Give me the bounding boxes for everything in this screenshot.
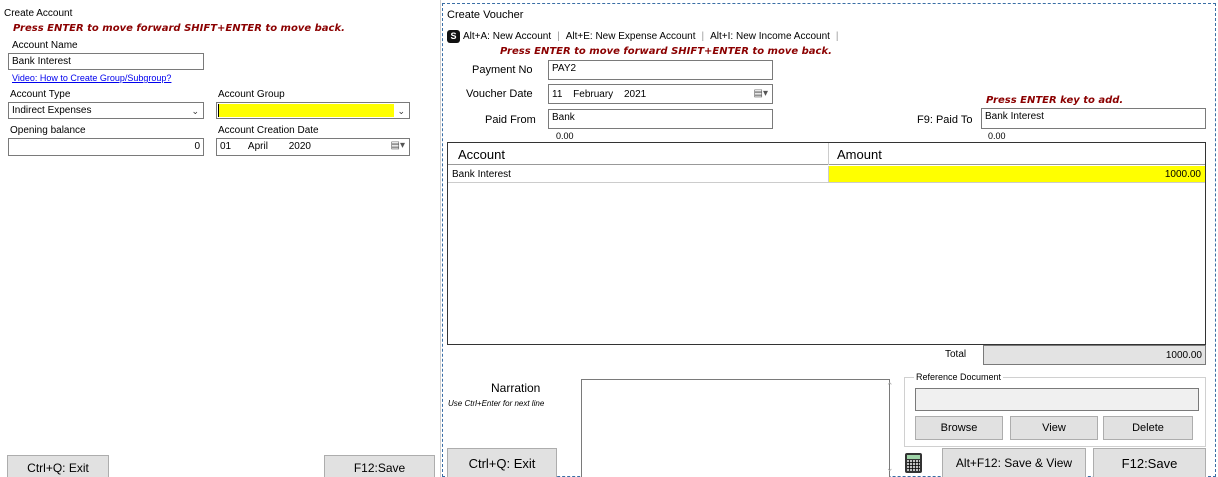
opening-balance-value: 0 — [194, 141, 200, 152]
save-and-view-button[interactable]: Alt+F12: Save & View — [942, 448, 1086, 477]
total-value: 1000.00 — [1165, 350, 1202, 361]
create-account-title: Create Account — [4, 8, 73, 19]
calendar-icon: ▤▾ — [390, 140, 405, 151]
create-voucher-title: Create Voucher — [447, 9, 524, 21]
scroll-up-icon[interactable]: ⌃ — [886, 381, 894, 392]
new-income-account-link[interactable]: Alt+I: New Income Account — [710, 31, 830, 42]
narration-scrollbar[interactable]: ⌃ ⌄ — [883, 379, 899, 477]
paid-from-balance: 0.00 — [556, 131, 574, 141]
calculator-icon[interactable] — [905, 453, 922, 473]
paid-to-input[interactable]: Bank Interest — [981, 108, 1206, 129]
voucher-date-day: 11 — [552, 89, 563, 100]
scroll-down-icon[interactable]: ⌄ — [886, 463, 894, 474]
create-voucher-panel: Create Voucher S Alt+A: New Account | Al… — [442, 3, 1216, 477]
voucher-date-picker[interactable]: 11 February 2021 ▤▾ — [548, 84, 773, 104]
create-account-panel: Create Account Press ENTER to move forwa… — [0, 0, 441, 477]
save-button[interactable]: F12:Save — [1093, 448, 1206, 477]
opening-balance-input[interactable]: 0 — [8, 138, 204, 156]
account-name-label: Account Name — [12, 40, 78, 51]
calendar-icon: ▤▾ — [753, 88, 768, 99]
creation-date-year: 2020 — [288, 141, 311, 152]
table-row[interactable]: Bank Interest 1000.00 — [448, 166, 1205, 183]
row-account: Bank Interest — [452, 169, 511, 180]
row-amount-cell[interactable]: 1000.00 — [828, 166, 1205, 182]
chevron-down-icon: ⌄ — [397, 106, 405, 116]
new-expense-account-link[interactable]: Alt+E: New Expense Account — [566, 31, 696, 42]
account-group-highlight — [218, 104, 394, 117]
exit-button[interactable]: Ctrl+Q: Exit — [447, 448, 557, 477]
creation-date-picker[interactable]: 01 April 2020 ▤▾ — [216, 138, 410, 156]
voucher-date-month: February — [573, 89, 614, 100]
shortcut-badge-icon: S — [447, 29, 460, 43]
reference-input[interactable] — [915, 388, 1199, 411]
chevron-down-icon: ⌄ — [191, 106, 199, 116]
opening-balance-label: Opening balance — [10, 125, 86, 136]
narration-hint: Use Ctrl+Enter for next line — [448, 399, 545, 408]
exit-button[interactable]: Ctrl+Q: Exit — [7, 455, 109, 477]
total-value-box: 1000.00 — [983, 345, 1206, 365]
paid-to-label: F9: Paid To — [917, 114, 973, 126]
account-group-label: Account Group — [218, 89, 285, 100]
voucher-grid[interactable]: Account Amount Bank Interest 1000.00 — [447, 142, 1206, 345]
toolbar: S Alt+A: New Account | Alt+E: New Expens… — [447, 27, 845, 45]
narration-textarea[interactable] — [581, 379, 890, 477]
payment-no-input[interactable]: PAY2 — [548, 60, 773, 80]
toolbar-separator: | — [701, 30, 705, 42]
toolbar-separator: | — [835, 30, 839, 42]
creation-date-label: Account Creation Date — [218, 125, 319, 136]
payment-no-label: Payment No — [472, 64, 533, 76]
calculator-keys — [907, 460, 920, 471]
create-account-hint: Press ENTER to move forward SHIFT+ENTER … — [13, 23, 345, 34]
grid-header-amount: Amount — [837, 147, 882, 162]
grid-header: Account Amount — [448, 143, 1205, 165]
toolbar-separator: | — [557, 30, 560, 42]
create-voucher-hint: Press ENTER to move forward SHIFT+ENTER … — [500, 46, 832, 57]
creation-date-day: 01 — [220, 141, 232, 152]
save-button[interactable]: F12:Save — [324, 455, 435, 477]
video-link[interactable]: Video: How to Create Group/Subgroup? — [12, 73, 171, 83]
calculator-screen — [907, 455, 920, 459]
account-group-select[interactable]: ⌄ — [216, 102, 410, 119]
reference-label: Reference Document — [914, 372, 1004, 382]
paid-from-input[interactable]: Bank — [548, 109, 773, 129]
account-name-input[interactable]: Bank Interest — [8, 53, 204, 70]
account-type-label: Account Type — [10, 89, 71, 100]
narration-label: Narration — [491, 381, 541, 395]
grid-header-divider — [828, 143, 829, 165]
voucher-date-year: 2021 — [623, 89, 647, 100]
add-hint: Press ENTER key to add. — [986, 95, 1124, 106]
grid-header-account: Account — [458, 147, 505, 162]
reference-group: Reference Document Browse View Delete — [904, 372, 1206, 447]
account-type-select[interactable]: Indirect Expenses ⌄ — [8, 102, 204, 119]
paid-to-balance: 0.00 — [988, 131, 1006, 141]
voucher-date-label: Voucher Date — [466, 88, 533, 100]
row-amount: 1000.00 — [1164, 169, 1201, 180]
browse-button[interactable]: Browse — [915, 416, 1003, 440]
creation-date-month: April — [247, 141, 268, 152]
paid-from-label: Paid From — [485, 114, 536, 126]
new-account-link[interactable]: Alt+A: New Account — [463, 31, 551, 42]
delete-button[interactable]: Delete — [1103, 416, 1193, 440]
view-button[interactable]: View — [1010, 416, 1098, 440]
total-label: Total — [945, 349, 967, 360]
account-type-value: Indirect Expenses — [12, 105, 92, 116]
